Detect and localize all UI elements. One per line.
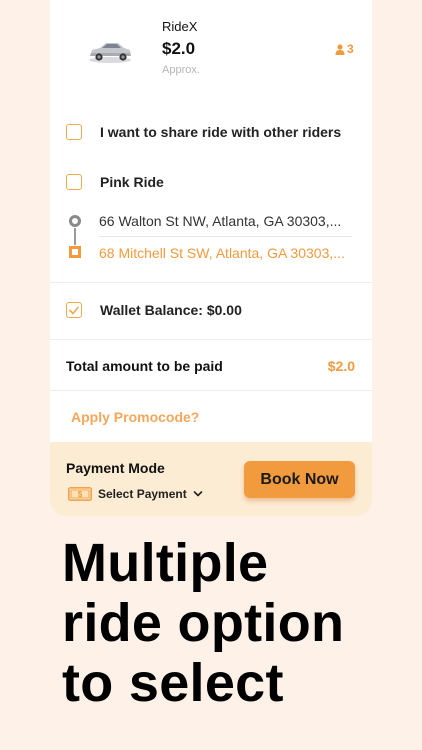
section-divider (50, 282, 372, 283)
pickup-marker-icon (69, 215, 81, 227)
pink-ride-checkbox[interactable] (66, 174, 82, 190)
person-icon (335, 43, 345, 55)
pink-ride-label: Pink Ride (100, 174, 164, 190)
route-connector (74, 228, 76, 245)
capacity-count: 3 (347, 42, 354, 56)
payment-bar: Payment Mode $ Select Payment Book Now (50, 442, 372, 516)
ride-capacity: 3 (335, 42, 354, 56)
ride-price: $2.0 (162, 39, 196, 58)
select-payment-label: Select Payment (98, 487, 187, 501)
headline-line: ride option (62, 593, 345, 653)
section-divider (50, 390, 372, 391)
wallet-option[interactable]: Wallet Balance: $0.00 (66, 302, 242, 318)
share-ride-checkbox[interactable] (66, 124, 82, 140)
headline-line: Multiple (62, 533, 269, 593)
ride-approx-label: Approx. (162, 64, 200, 76)
ride-option-row[interactable]: RideX $2.0 Approx. 3 (50, 0, 372, 96)
wallet-checkbox[interactable] (66, 302, 82, 318)
total-label: Total amount to be paid (66, 358, 223, 374)
cash-icon: $ (68, 487, 92, 501)
book-now-button[interactable]: Book Now (244, 461, 355, 498)
dropoff-address[interactable]: 68 Mitchell St SW, Atlanta, GA 30303,... (99, 245, 345, 261)
wallet-balance-label: Wallet Balance: $0.00 (100, 302, 242, 318)
address-divider (99, 236, 352, 237)
share-ride-option[interactable]: I want to share ride with other riders (66, 124, 341, 140)
dropoff-marker-icon (69, 246, 81, 258)
checkmark-icon (69, 306, 79, 314)
car-icon (89, 43, 131, 63)
promo-headline: Multiple ride option to select (62, 533, 402, 713)
payment-mode-title: Payment Mode (66, 460, 165, 476)
pink-ride-option[interactable]: Pink Ride (66, 174, 164, 190)
total-value: $2.0 (327, 358, 355, 374)
route-section: 66 Walton St NW, Atlanta, GA 30303,... 6… (66, 210, 372, 266)
section-divider (50, 339, 372, 340)
chevron-down-icon (193, 491, 203, 497)
svg-text:$: $ (78, 490, 83, 499)
apply-promocode-link[interactable]: Apply Promocode? (71, 409, 199, 425)
select-payment-dropdown[interactable]: $ Select Payment (68, 487, 203, 501)
ride-name: RideX (162, 19, 198, 34)
share-ride-label: I want to share ride with other riders (100, 124, 342, 140)
pickup-address[interactable]: 66 Walton St NW, Atlanta, GA 30303,... (99, 213, 341, 229)
headline-line: to select (62, 653, 284, 713)
booking-card: RideX $2.0 Approx. 3 I want to share rid… (50, 0, 372, 516)
